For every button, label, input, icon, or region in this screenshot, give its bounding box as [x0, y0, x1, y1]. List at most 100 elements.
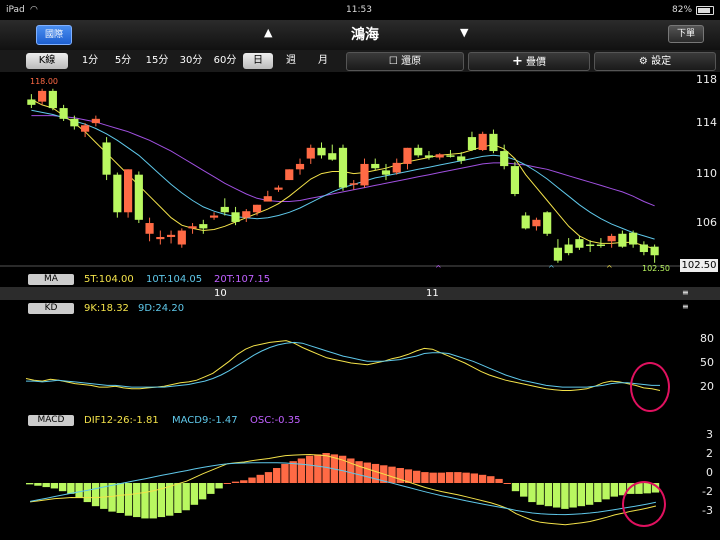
candle-body	[306, 147, 315, 159]
international-button[interactable]: 國際	[36, 25, 72, 45]
candle-body	[467, 137, 477, 150]
osc-bar	[75, 483, 83, 498]
overlay-button[interactable]: + 疊價	[468, 52, 590, 71]
macd-axis-label: 3	[706, 428, 713, 441]
low-price-marker: 102.50	[642, 264, 670, 273]
osc-bar	[412, 470, 421, 483]
ma10-cross-marker-icon: ^	[548, 264, 555, 273]
candle	[38, 88, 47, 105]
restore-button[interactable]: ☐ 還原	[346, 52, 464, 71]
candle	[306, 144, 315, 164]
candle-body	[360, 163, 369, 186]
candle	[209, 212, 219, 220]
candle	[263, 190, 272, 202]
ma-tag[interactable]: MA	[28, 274, 74, 285]
candle	[607, 233, 616, 248]
candle-body	[81, 125, 90, 132]
osc-bar	[470, 473, 479, 483]
kd-chart[interactable]	[0, 318, 720, 408]
candle-body	[48, 90, 57, 109]
osc-bar	[58, 483, 67, 492]
candle	[435, 153, 444, 160]
candle-body	[596, 244, 605, 247]
candle	[532, 217, 541, 231]
device-label: iPad	[6, 5, 25, 15]
osc-bar	[478, 474, 487, 483]
candle-body	[70, 118, 79, 127]
candle	[231, 206, 240, 226]
candle-body	[285, 169, 294, 181]
osc-bar	[528, 483, 536, 503]
annotation-circle-kd	[630, 362, 670, 412]
candle-body	[371, 163, 380, 169]
candle	[242, 209, 251, 222]
candle-body	[274, 187, 283, 190]
candle	[650, 244, 659, 263]
candle-body	[124, 169, 133, 213]
settings-button[interactable]: ⚙ 設定	[594, 52, 716, 71]
plus-icon: +	[511, 54, 523, 69]
macd-legend: MACD DIF12-26:-1.81 MACD9:-1.47 OSC:-0.3…	[0, 414, 680, 428]
osc-bar	[454, 472, 462, 483]
osc-bar	[503, 483, 511, 484]
osc-bar	[610, 483, 619, 497]
osc-bar	[495, 478, 503, 483]
candle-body	[414, 147, 423, 156]
candle-body	[209, 215, 219, 218]
osc-bar	[544, 483, 553, 507]
osc-bar	[149, 483, 157, 519]
candle-body	[102, 142, 111, 175]
k-value: 9K:18.32	[84, 303, 129, 314]
candle-body	[639, 244, 648, 253]
tab-month[interactable]: 月	[312, 53, 334, 69]
osc-bar	[207, 483, 215, 494]
candle	[543, 211, 552, 236]
candle	[371, 158, 380, 171]
candle	[467, 131, 477, 152]
candle-body	[199, 224, 208, 229]
macd-tag[interactable]: MACD	[28, 415, 74, 426]
osc-bar	[174, 483, 182, 513]
candlestick-chart[interactable]	[0, 72, 720, 272]
candle-body	[381, 170, 391, 175]
osc-bar	[371, 463, 380, 483]
candle-body	[113, 174, 122, 213]
tab-60min[interactable]: 60分	[210, 53, 240, 69]
order-button[interactable]: 下單	[668, 25, 704, 43]
date-axis-bar: 10 11 ≡	[0, 287, 720, 300]
candle	[102, 137, 111, 181]
candle	[48, 88, 57, 111]
candle-body	[156, 236, 165, 240]
candle-body	[392, 162, 401, 173]
ma10-value: 10T:104.05	[146, 274, 203, 285]
osc-bar	[256, 474, 264, 483]
collapse-icon[interactable]: ≡	[682, 300, 689, 314]
candle-body	[38, 90, 47, 102]
osc-bar	[487, 476, 495, 483]
macd-chart[interactable]	[0, 428, 720, 540]
kd-tag[interactable]: KD	[28, 303, 74, 314]
expand-icon[interactable]: ≡	[682, 286, 689, 299]
osc-bar	[305, 455, 314, 483]
tab-day[interactable]: 日	[243, 53, 273, 69]
candle	[510, 161, 520, 197]
kd-9K-line	[25, 340, 661, 391]
candle-body	[59, 108, 68, 119]
candle-body	[220, 206, 229, 213]
tab-5min[interactable]: 5分	[110, 53, 136, 69]
battery-icon	[696, 6, 714, 15]
tab-15min[interactable]: 15分	[142, 53, 172, 69]
candle	[478, 131, 487, 152]
tab-week[interactable]: 週	[280, 53, 302, 69]
macd9-value: MACD9:-1.47	[172, 415, 238, 426]
next-stock-arrow-icon[interactable]: ▼	[460, 26, 468, 39]
candle	[285, 169, 294, 181]
tab-kline[interactable]: K線	[26, 53, 68, 69]
osc-bar	[421, 472, 429, 483]
osc-value: OSC:-0.35	[250, 415, 301, 426]
tab-1min[interactable]: 1分	[78, 53, 102, 69]
candle-body	[575, 239, 584, 248]
previous-stock-arrow-icon[interactable]: ▲	[264, 26, 272, 39]
candle-body	[510, 166, 520, 195]
tab-30min[interactable]: 30分	[176, 53, 206, 69]
